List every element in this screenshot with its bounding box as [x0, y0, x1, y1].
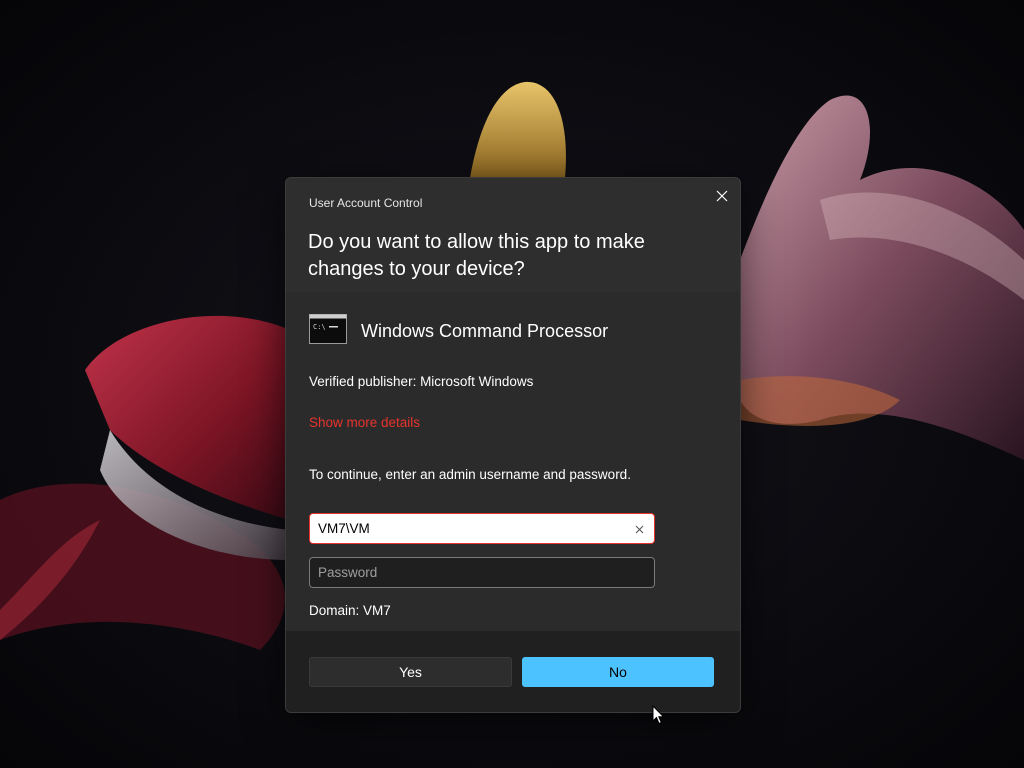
- username-input[interactable]: [310, 514, 620, 543]
- verified-publisher: Verified publisher: Microsoft Windows: [309, 374, 534, 389]
- credentials-instruction: To continue, enter an admin username and…: [309, 467, 631, 482]
- dialog-footer: Yes No: [286, 631, 740, 712]
- dialog-body: C:\ Windows Command Processor Verified p…: [286, 292, 740, 631]
- domain-label: Domain: VM7: [309, 603, 391, 618]
- close-icon: [716, 190, 728, 202]
- close-icon: [635, 525, 643, 533]
- password-input[interactable]: [310, 558, 620, 587]
- clear-username-button[interactable]: [630, 520, 648, 538]
- close-button[interactable]: [710, 184, 734, 208]
- dialog-question: Do you want to allow this app to make ch…: [308, 231, 645, 280]
- username-field[interactable]: [309, 513, 655, 544]
- no-button[interactable]: No: [522, 657, 714, 687]
- uac-dialog: User Account Control Do you want to allo…: [285, 177, 741, 713]
- mouse-pointer-icon: [652, 705, 665, 725]
- show-more-details-link[interactable]: Show more details: [309, 415, 420, 430]
- dialog-header: User Account Control Do you want to allo…: [286, 178, 740, 292]
- yes-button[interactable]: Yes: [309, 657, 512, 687]
- app-name: Windows Command Processor: [361, 321, 609, 341]
- svg-text:C:\: C:\: [313, 323, 326, 331]
- dialog-title: User Account Control: [309, 196, 423, 210]
- password-field[interactable]: [309, 557, 655, 588]
- command-prompt-icon: C:\: [309, 314, 347, 344]
